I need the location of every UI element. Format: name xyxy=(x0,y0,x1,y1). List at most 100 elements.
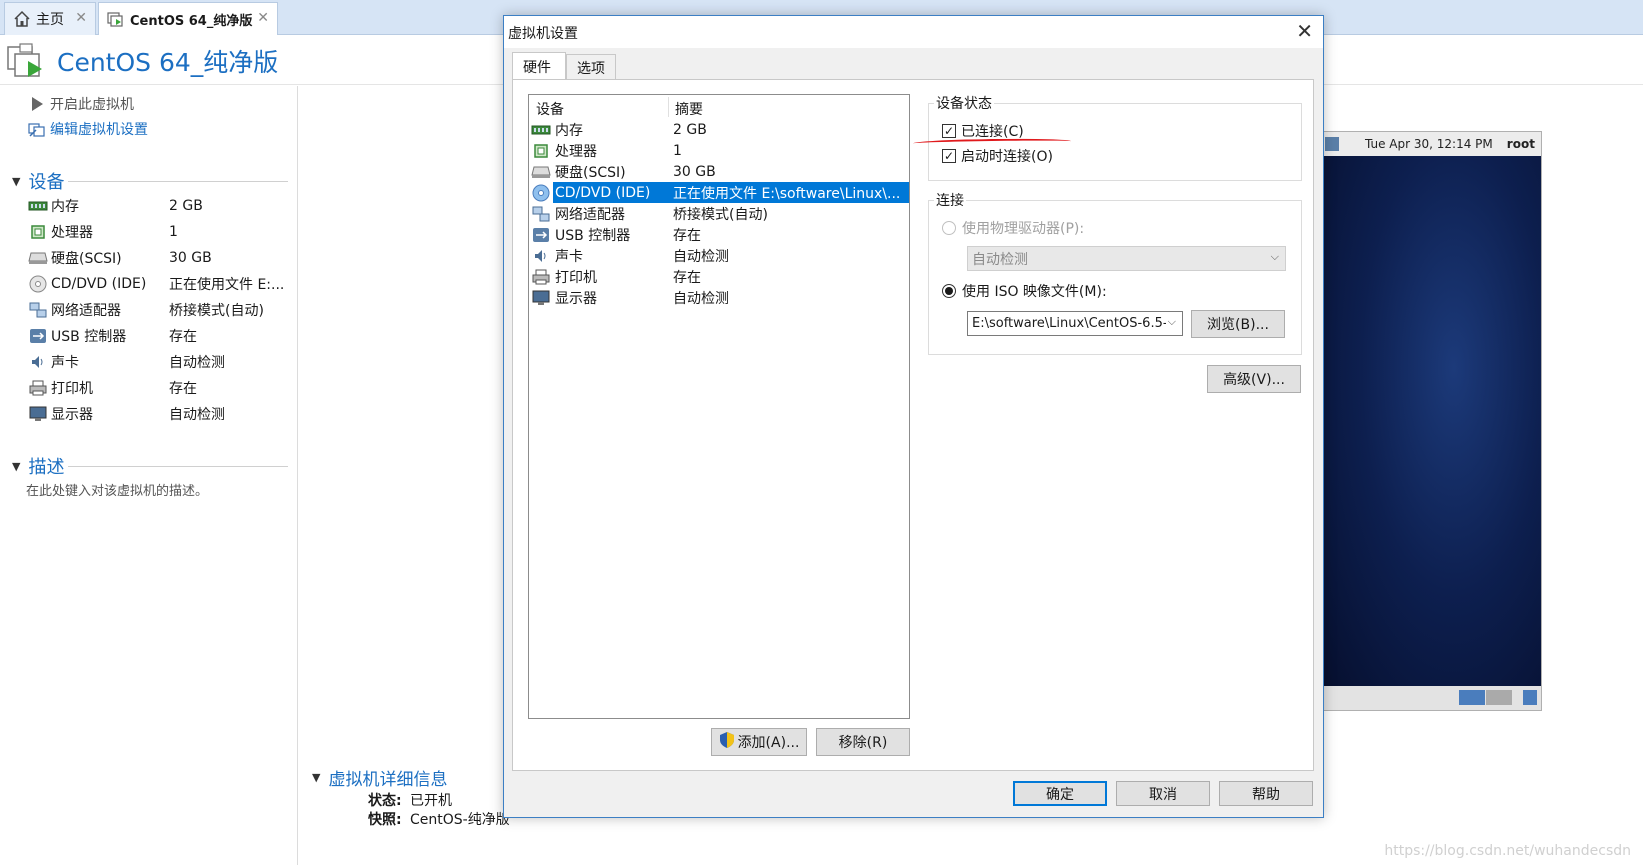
checkbox-check-icon: ✓ xyxy=(942,124,956,138)
devices-section-title: 设备 xyxy=(28,172,65,193)
connection-label: 连接 xyxy=(934,190,966,210)
tab-vm[interactable]: CentOS 64_纯净版 ✕ xyxy=(98,2,278,35)
tab-hardware[interactable]: 硬件 xyxy=(512,52,566,80)
add-device-button[interactable]: 添加(A)... xyxy=(711,728,807,756)
list-item-display[interactable]: 显示器 自动检测 xyxy=(531,287,909,308)
list-item-harddisk[interactable]: 硬盘(SCSI) 30 GB xyxy=(531,161,909,182)
iso-path-combobox[interactable]: E:\software\Linux\CentOS-6.5- ⌵ xyxy=(967,311,1183,336)
watermark-text: https://blog.csdn.net/wuhandecsdn xyxy=(1384,843,1631,859)
list-item-name: CD/DVD (IDE) xyxy=(553,184,673,201)
cancel-button[interactable]: 取消 xyxy=(1116,781,1210,806)
vm-summary-panel: 开启此虚拟机 编辑虚拟机设置 ▼ 设备 内存 2 GB 处理器 1 硬盘(SCS… xyxy=(0,86,298,865)
connect-at-power-on-label: 启动时连接(O) xyxy=(961,149,1053,165)
description-text[interactable]: 在此处键入对该虚拟机的描述。 xyxy=(26,480,208,499)
iso-image-label: 使用 ISO 映像文件(M): xyxy=(962,284,1107,300)
device-value: 存在 xyxy=(169,381,197,397)
device-row-network[interactable]: 网络适配器 桥接模式(自动) xyxy=(28,298,293,322)
description-section-title: 描述 xyxy=(28,457,65,478)
trash-icon xyxy=(1523,690,1537,705)
list-item-value: 30 GB xyxy=(673,163,716,180)
vm-settings-dialog: 虚拟机设置 ✕ 硬件 选项 设备 摘要 内存 2 GB 处理器 1 硬盘(SCS… xyxy=(503,15,1324,818)
close-icon[interactable]: ✕ xyxy=(75,10,87,26)
browse-button[interactable]: 浏览(B)... xyxy=(1191,310,1285,338)
list-item-value: 存在 xyxy=(673,227,701,244)
list-item-memory[interactable]: 内存 2 GB xyxy=(531,119,909,140)
list-item-sound[interactable]: 声卡 自动检测 xyxy=(531,245,909,266)
column-separator xyxy=(668,97,669,117)
network-icon xyxy=(531,205,551,223)
edit-settings-action[interactable]: 编辑虚拟机设置 xyxy=(28,119,148,139)
ok-button[interactable]: 确定 xyxy=(1013,781,1107,806)
status-value: 已开机 xyxy=(410,793,452,809)
snapshot-value: CentOS-纯净版 xyxy=(410,812,510,828)
device-name: 网络适配器 xyxy=(51,303,121,319)
hardware-pane: 设备 摘要 内存 2 GB 处理器 1 硬盘(SCSI) 30 GB CD/DV… xyxy=(512,79,1314,771)
workspace-1-icon xyxy=(1459,690,1485,705)
sound-icon xyxy=(531,247,551,265)
advanced-button[interactable]: 高级(V)... xyxy=(1207,365,1301,393)
list-item-name: 内存 xyxy=(555,122,583,139)
list-item-name: 声卡 xyxy=(555,248,583,265)
close-icon[interactable]: ✕ xyxy=(1296,19,1313,43)
list-item-value: 正在使用文件 E:\software\Linux\... xyxy=(673,182,903,203)
device-row-sound[interactable]: 声卡 自动检测 xyxy=(28,350,293,374)
physical-drive-select[interactable]: 自动检测 ⌵ xyxy=(967,246,1286,271)
vm-console-thumbnail[interactable]: Tue Apr 30, 12:14 PM root xyxy=(1322,131,1542,711)
usb-icon xyxy=(531,226,551,244)
device-row-harddisk[interactable]: 硬盘(SCSI) 30 GB xyxy=(28,246,293,270)
list-item-network[interactable]: 网络适配器 桥接模式(自动) xyxy=(531,203,909,224)
hardware-device-list[interactable]: 设备 摘要 内存 2 GB 处理器 1 硬盘(SCSI) 30 GB CD/DV… xyxy=(528,94,910,719)
memory-icon xyxy=(28,197,48,215)
help-button[interactable]: 帮助 xyxy=(1219,781,1313,806)
close-icon[interactable]: ✕ xyxy=(257,10,269,26)
details-section-header[interactable]: ▼ 虚拟机详细信息 xyxy=(312,765,447,790)
device-value: 1 xyxy=(169,224,178,240)
iso-image-radio[interactable]: 使用 ISO 映像文件(M): xyxy=(942,281,1107,301)
description-section-header[interactable]: ▼ 描述 xyxy=(12,453,64,479)
column-header-device[interactable]: 设备 xyxy=(536,99,564,119)
remove-device-button[interactable]: 移除(R) xyxy=(816,728,910,756)
guest-clock: Tue Apr 30, 12:14 PM xyxy=(1365,137,1493,151)
remove-device-label: 移除(R) xyxy=(838,735,888,751)
physical-drive-label: 使用物理驱动器(P): xyxy=(962,221,1085,237)
details-section-title: 虚拟机详细信息 xyxy=(328,770,448,790)
connect-at-power-on-checkbox[interactable]: ✓ 启动时连接(O) xyxy=(942,146,1053,166)
physical-drive-radio[interactable]: 使用物理驱动器(P): xyxy=(942,218,1084,238)
device-row-printer[interactable]: 打印机 存在 xyxy=(28,376,293,400)
device-name: USB 控制器 xyxy=(51,329,127,345)
dialog-titlebar: 虚拟机设置 ✕ xyxy=(504,16,1323,48)
tab-home[interactable]: 主页 ✕ xyxy=(4,2,96,35)
tab-vm-label: CentOS 64_纯净版 xyxy=(130,13,253,29)
list-item-cpu[interactable]: 处理器 1 xyxy=(531,140,909,161)
device-value: 自动检测 xyxy=(169,355,225,371)
column-header-summary[interactable]: 摘要 xyxy=(675,99,703,119)
browse-label: 浏览(B)... xyxy=(1207,317,1269,333)
device-row-usb[interactable]: USB 控制器 存在 xyxy=(28,324,293,348)
guest-user: root xyxy=(1506,137,1535,151)
collapse-triangle-icon: ▼ xyxy=(312,771,321,784)
list-item-name: USB 控制器 xyxy=(555,227,631,244)
list-item-name: 打印机 xyxy=(555,269,597,286)
list-item-cd-dvd[interactable]: CD/DVD (IDE) 正在使用文件 E:\software\Linux\..… xyxy=(531,182,909,203)
list-item-usb[interactable]: USB 控制器 存在 xyxy=(531,224,909,245)
list-item-printer[interactable]: 打印机 存在 xyxy=(531,266,909,287)
device-row-cpu[interactable]: 处理器 1 xyxy=(28,220,293,244)
chevron-down-icon: ⌵ xyxy=(1270,250,1279,263)
device-value: 桥接模式(自动) xyxy=(169,303,264,319)
devices-section-header[interactable]: ▼ 设备 xyxy=(12,168,64,194)
power-on-action[interactable]: 开启此虚拟机 xyxy=(28,94,134,114)
device-row-cd-dvd[interactable]: CD/DVD (IDE) 正在使用文件 E:... xyxy=(28,272,293,296)
tab-options[interactable]: 选项 xyxy=(566,54,616,80)
device-name: 打印机 xyxy=(51,381,93,397)
device-row-memory[interactable]: 内存 2 GB xyxy=(28,194,293,218)
device-row-display[interactable]: 显示器 自动检测 xyxy=(28,402,293,426)
detail-snapshot-row: 快照: CentOS-纯净版 xyxy=(368,809,510,829)
list-item-value: 存在 xyxy=(673,269,701,286)
shield-icon xyxy=(719,731,735,753)
cd-dvd-icon xyxy=(28,275,48,293)
advanced-label: 高级(V)... xyxy=(1223,372,1285,388)
home-icon xyxy=(13,10,31,28)
ok-label: 确定 xyxy=(1046,786,1074,803)
physical-drive-value: 自动检测 xyxy=(972,251,1028,268)
device-name: CD/DVD (IDE) xyxy=(51,276,147,292)
